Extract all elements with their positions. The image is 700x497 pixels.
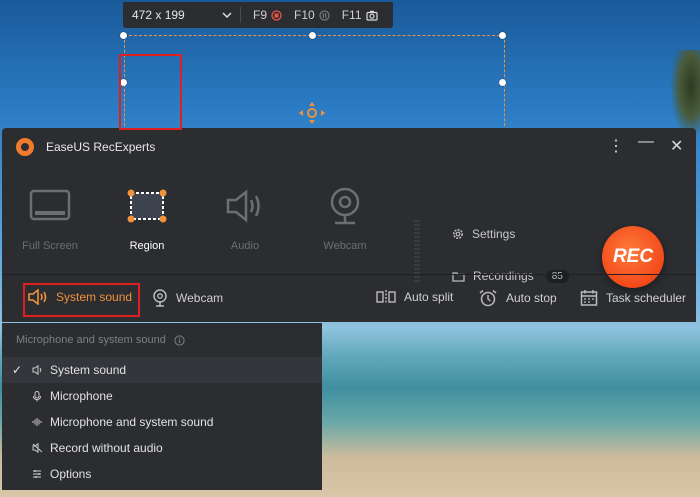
menu-item-system-sound[interactable]: ✓ System sound — [2, 357, 322, 383]
menu-item-label: System sound — [50, 363, 127, 377]
speaker-icon — [207, 184, 283, 228]
audio-source-dropdown: Microphone and system sound ✓ System sou… — [2, 323, 322, 490]
split-icon — [376, 289, 396, 305]
pause-icon — [319, 9, 330, 21]
menu-item-microphone-and-system-sound[interactable]: Microphone and system sound — [2, 409, 322, 435]
calendar-icon — [580, 289, 598, 307]
sound-wave-icon — [32, 417, 42, 427]
resize-handle-top-left[interactable] — [120, 32, 127, 39]
webcam-label: Webcam — [176, 291, 224, 305]
mode-full-screen[interactable]: Full Screen — [12, 174, 88, 252]
menu-item-microphone[interactable]: Microphone — [2, 383, 322, 409]
webcam-icon — [152, 289, 168, 307]
resize-handle-top-right[interactable] — [499, 32, 506, 39]
shortcut-key-label: F9 — [253, 8, 268, 22]
auto-split-label: Auto split — [404, 290, 454, 304]
settings-sliders-icon — [32, 469, 42, 479]
auto-split-button[interactable]: Auto split — [376, 289, 453, 305]
webcam-icon — [307, 184, 383, 228]
menu-item-label: Options — [50, 467, 92, 481]
auto-stop-label: Auto stop — [506, 291, 557, 305]
stop-record-shortcut[interactable]: F9 — [253, 8, 282, 22]
minimize-icon[interactable]: — — [638, 133, 654, 151]
region-mode-highlight — [119, 54, 182, 130]
title-bar: EaseUS RecExperts ⋮ — ✕ — [2, 128, 696, 166]
task-scheduler-label: Task scheduler — [606, 291, 687, 305]
close-icon[interactable]: ✕ — [670, 136, 683, 156]
divider — [240, 7, 241, 23]
webcam-toggle[interactable]: Webcam — [152, 289, 223, 307]
menu-item-record-without-audio[interactable]: Record without audio — [2, 435, 322, 461]
dropdown-header-label: Microphone and system sound — [16, 334, 166, 346]
system-sound-highlight — [23, 283, 140, 317]
monitor-icon — [12, 184, 88, 228]
settings-label: Settings — [472, 227, 516, 241]
mode-audio[interactable]: Audio — [207, 174, 283, 252]
speaker-icon — [32, 365, 43, 375]
checkmark-icon: ✓ — [12, 363, 23, 377]
palm-tree-foliage — [670, 50, 700, 140]
move-icon[interactable] — [297, 101, 327, 125]
menu-item-label: Microphone — [50, 389, 113, 403]
menu-item-label: Microphone and system sound — [50, 415, 214, 429]
pause-shortcut[interactable]: F10 — [294, 8, 330, 22]
screenshot-shortcut[interactable]: F11 — [342, 8, 378, 22]
mode-region[interactable]: Region — [109, 174, 185, 252]
region-select-icon — [109, 184, 185, 228]
task-scheduler-button[interactable]: Task scheduler — [580, 289, 686, 307]
menu-item-options[interactable]: Options — [2, 461, 322, 487]
shortcut-key-label: F11 — [341, 8, 362, 22]
capture-mode-bar: Full Screen Region Audio Webcam Settings — [2, 166, 696, 288]
stop-record-icon — [271, 9, 282, 21]
auto-stop-button[interactable]: Auto stop — [478, 289, 557, 307]
region-toolbar: 472 x 199 F9 F10 F11 — [123, 2, 393, 28]
microphone-icon — [32, 390, 42, 402]
muted-speaker-icon — [32, 443, 43, 453]
dimension-selector[interactable]: 472 x 199 — [123, 8, 240, 22]
chevron-down-icon — [222, 12, 232, 18]
settings-link[interactable]: Settings — [452, 224, 569, 244]
dimension-value: 472 x 199 — [132, 8, 185, 22]
gear-icon — [452, 228, 464, 240]
mode-label: Audio — [230, 240, 260, 252]
dropdown-header: Microphone and system sound — [2, 323, 322, 357]
info-icon[interactable] — [174, 334, 185, 346]
mode-label: Full Screen — [22, 240, 78, 252]
resize-handle-top[interactable] — [309, 32, 316, 39]
app-title: EaseUS RecExperts — [46, 140, 156, 154]
resize-handle-right[interactable] — [499, 79, 506, 86]
screenshot-icon — [365, 10, 378, 21]
alarm-clock-icon — [478, 289, 498, 307]
mode-label: Region — [129, 240, 165, 252]
more-options-icon[interactable]: ⋮ — [608, 136, 624, 156]
shortcut-key-label: F10 — [294, 8, 315, 22]
mode-webcam[interactable]: Webcam — [307, 174, 383, 252]
menu-item-label: Record without audio — [50, 441, 163, 455]
app-logo-icon — [16, 138, 34, 156]
mode-label: Webcam — [323, 240, 367, 252]
